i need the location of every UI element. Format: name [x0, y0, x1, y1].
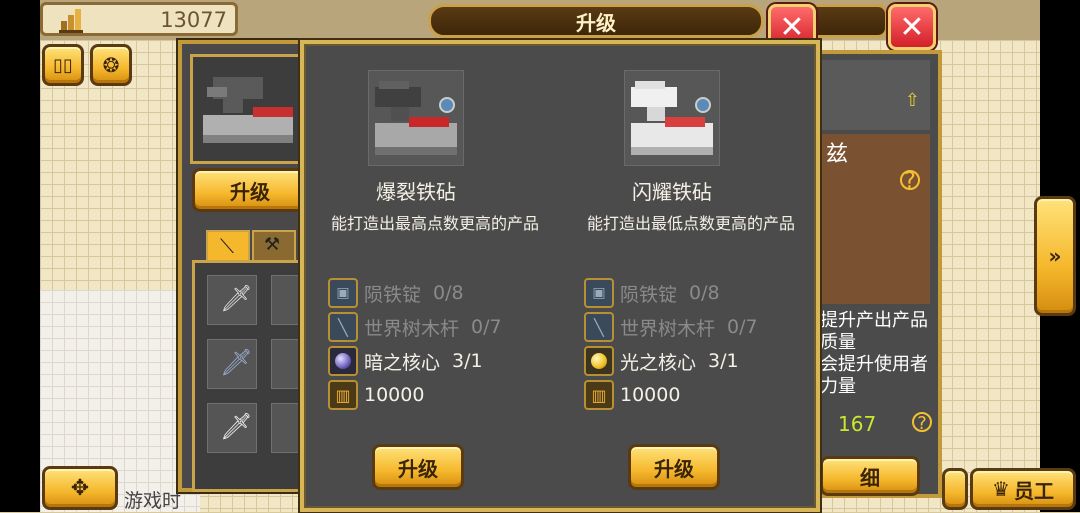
axe-icon: ⚒	[264, 234, 281, 255]
gold-icon: ▥	[328, 380, 358, 410]
desc-line: 会提升使用者	[820, 354, 928, 375]
desc-line: 质量	[820, 332, 856, 353]
dialog-title: 升级	[576, 10, 616, 35]
close-back-button[interactable]: ✕	[888, 4, 936, 50]
option-1-image	[368, 70, 464, 166]
option-1-requirements: ▣ 陨铁锭 0/8 ╲ 世界树木杆 0/7 暗之核心 3/1 ▥ 10000	[328, 276, 558, 412]
left-letterbox	[0, 0, 40, 512]
item-slot[interactable]: 🗡	[207, 339, 257, 389]
gold-count: 13077	[160, 8, 227, 32]
pause-button[interactable]: ▯▯	[42, 44, 84, 86]
requirement-count: 10000	[364, 384, 425, 406]
option-2-name: 闪耀铁砧	[632, 180, 712, 204]
option-1-name: 爆裂铁砧	[376, 180, 456, 204]
move-button[interactable]: ✥	[42, 466, 118, 510]
item-slot[interactable]: 🗡	[207, 403, 257, 453]
requirement-count: 10000	[620, 384, 681, 406]
requirement-count: 0/8	[433, 282, 464, 304]
wood-rod-icon: ╲	[328, 312, 358, 342]
ingot-icon: ▣	[328, 278, 358, 308]
tab-axe[interactable]: ⚒	[252, 230, 296, 262]
requirement-row: ▣ 陨铁锭 0/8	[328, 276, 558, 310]
map-button[interactable]: ❂	[90, 44, 132, 86]
requirement-count: 0/7	[471, 316, 502, 338]
map-icon: ❂	[102, 53, 120, 77]
workshop-upgrade-label: 升级	[230, 179, 270, 204]
sword-icon: ⟍	[220, 234, 234, 258]
requirement-row: ╲ 世界树木杆 0/7	[584, 310, 814, 344]
move-arrows-icon: ✥	[70, 475, 90, 501]
close-icon: ✕	[899, 9, 925, 45]
requirement-name: 世界树木杆	[364, 317, 460, 340]
option-2-requirements: ▣ 陨铁锭 0/8 ╲ 世界树木杆 0/7 光之核心 3/1 ▥ 10000	[584, 276, 814, 412]
level-up-arrow-icon: ⇧	[904, 90, 920, 111]
requirement-name: 暗之核心	[364, 351, 441, 374]
stat-value: 167	[838, 412, 877, 436]
requirement-name: 陨铁锭	[364, 283, 422, 306]
upgrade-label: 升级	[398, 456, 438, 481]
next-page-button[interactable]: »	[1034, 196, 1076, 316]
staff-button[interactable]: ♛ 员工	[970, 468, 1076, 510]
dialog-title-bar: 升级	[428, 4, 764, 38]
option-1-upgrade-button[interactable]: 升级	[372, 444, 464, 490]
requirement-name: 光之核心	[620, 351, 697, 374]
requirement-count: 0/7	[727, 316, 758, 338]
option-2-desc: 能打造出最低点数更高的产品	[586, 214, 795, 233]
employee-name: 兹	[826, 142, 849, 167]
anvil-preview	[190, 54, 310, 164]
employee-portrait: ⇧	[820, 60, 930, 130]
upgrade-label: 升级	[654, 456, 694, 481]
requirement-row: 光之核心 3/1	[584, 344, 814, 378]
item-slot[interactable]: 🗡	[207, 275, 257, 325]
tab-sword[interactable]: ⟍	[206, 230, 250, 262]
requirement-row: ▥ 10000	[584, 378, 814, 412]
double-chevron-right-icon: »	[1048, 244, 1062, 268]
gold-counter: 13077	[40, 2, 238, 36]
desc-line: 力量	[820, 376, 856, 397]
requirement-count: 3/1	[708, 350, 739, 372]
requirement-row: ▣ 陨铁锭 0/8	[584, 276, 814, 310]
workshop-panel: 升级 ⟍ ⚒ 🗡 🗡 🗡	[178, 40, 321, 492]
gold-icon: ▥	[584, 380, 614, 410]
option-1-desc: 能打造出最高点数更高的产品	[330, 214, 539, 233]
option-2-upgrade-button[interactable]: 升级	[628, 444, 720, 490]
option-2-image	[624, 70, 720, 166]
anvil-icon	[203, 77, 293, 143]
employee-panel: ⇧ 兹 ? 提升产出产品 质量 会提升使用者 力量 167 ? 细	[812, 50, 942, 498]
wood-rod-icon: ╲	[584, 312, 614, 342]
light-core-icon	[584, 346, 614, 376]
employee-skill-desc: 提升产出产品 质量 会提升使用者 力量	[820, 310, 940, 398]
detail-button[interactable]: 细	[820, 456, 920, 496]
ingot-icon: ▣	[584, 278, 614, 308]
burst-anvil-icon	[375, 81, 457, 155]
requirement-row: ▥ 10000	[328, 378, 558, 412]
employee-stats: 兹 ?	[820, 134, 930, 304]
game-time-label: 游戏时	[124, 490, 182, 512]
requirement-row: 暗之核心 3/1	[328, 344, 558, 378]
help-icon[interactable]: ?	[900, 170, 920, 193]
bottom-tab-button[interactable]	[942, 468, 968, 510]
shining-anvil-icon	[631, 81, 713, 155]
gold-icon	[59, 9, 83, 33]
pause-icon: ▯▯	[53, 54, 73, 76]
upgrade-dialog: 爆裂铁砧 能打造出最高点数更高的产品 ▣ 陨铁锭 0/8 ╲ 世界树木杆 0/7…	[300, 40, 820, 512]
dark-core-icon	[328, 346, 358, 376]
sword-icon: 🗡	[220, 412, 254, 442]
item-grid: 🗡 🗡 🗡	[192, 260, 321, 492]
staff-label: 员工	[1013, 478, 1054, 503]
requirement-count: 3/1	[452, 350, 483, 372]
requirement-row: ╲ 世界树木杆 0/7	[328, 310, 558, 344]
sword-icon: 🗡	[220, 348, 254, 378]
help-icon[interactable]: ?	[912, 412, 932, 434]
desc-line: 提升产出产品	[820, 310, 928, 331]
sword-icon: 🗡	[220, 284, 254, 314]
staff-icon: ♛	[992, 477, 1010, 501]
requirement-name: 世界树木杆	[620, 317, 716, 340]
detail-label: 细	[860, 465, 880, 490]
requirement-name: 陨铁锭	[620, 283, 678, 306]
requirement-count: 0/8	[689, 282, 720, 304]
